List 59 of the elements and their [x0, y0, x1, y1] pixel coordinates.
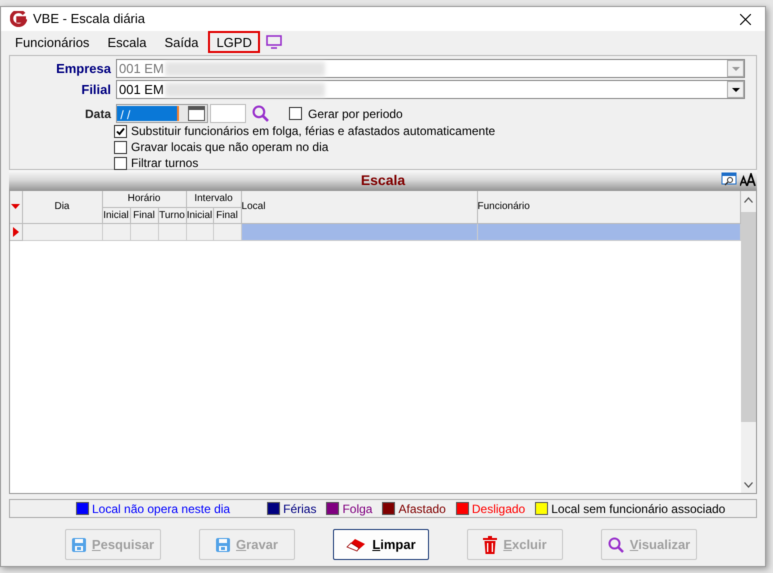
column-header[interactable]: Funcionário [477, 191, 740, 223]
menu-item[interactable]: Saída [156, 31, 206, 53]
font-size-icon[interactable] [740, 173, 756, 186]
menu-item[interactable]: LGPD [208, 31, 260, 53]
branch-dropdown[interactable]: 001 EM [116, 80, 745, 99]
legend-label: Local não opera neste dia [92, 500, 230, 518]
close-icon [740, 14, 750, 24]
legend-label: Férias [283, 500, 316, 518]
column-header[interactable]: Local [241, 191, 478, 223]
sort-arrow-icon [11, 204, 20, 210]
zoom-window-icon[interactable] [721, 172, 737, 186]
app-logo-icon [10, 11, 27, 27]
caret-down-icon [732, 88, 740, 92]
legend-label: Desligado [472, 500, 526, 518]
checkbox[interactable] [114, 124, 127, 138]
legend-label: Folga [342, 500, 372, 518]
checkbox-label: Gravar locais que não operam no dia [131, 139, 328, 156]
column-header[interactable]: Inicial [102, 207, 130, 223]
scrollbar-thumb[interactable] [741, 212, 756, 422]
column-group-header: Horário [102, 191, 186, 207]
column-header[interactable]: Final [213, 207, 242, 223]
date-field[interactable]: / / [116, 104, 208, 123]
checkbox[interactable] [289, 107, 302, 120]
calendar-icon[interactable] [188, 106, 205, 121]
scroll-down-icon[interactable] [744, 482, 753, 488]
menu-item[interactable]: Escala [99, 31, 154, 53]
scroll-up-icon[interactable] [744, 197, 753, 203]
column-header[interactable]: Inicial [186, 207, 213, 223]
trash-icon [483, 536, 498, 554]
menu-item[interactable]: Funcionários [7, 31, 98, 53]
legend-label: Local sem funcionário associado [551, 500, 726, 518]
time-field[interactable] [210, 104, 246, 123]
checkbox-label: Substituir funcionários em folga, férias e afastados automaticamente [131, 123, 496, 140]
vertical-scrollbar[interactable] [741, 191, 756, 493]
dropdown-button[interactable] [727, 81, 744, 98]
field-label: Filial [80, 80, 112, 99]
eraser-icon [346, 538, 366, 552]
caret-down-icon [732, 66, 740, 70]
field-value: 001 EM [118, 80, 164, 99]
column-header[interactable]: Turno [158, 207, 186, 223]
field-label: Empresa [55, 60, 112, 78]
window-title: VBE - Escala diária [33, 10, 145, 28]
checkbox[interactable] [114, 140, 127, 154]
field-value: 001 EM [118, 60, 164, 78]
checkbox-label: Gerar por periodo [308, 106, 403, 122]
action-button[interactable]: Limpar [333, 529, 429, 560]
search-icon[interactable] [252, 105, 269, 122]
legend-label: Afastado [398, 500, 446, 518]
field-label: Data [84, 106, 112, 122]
checkbox-label: Filtrar turnos [131, 155, 198, 172]
current-row-icon [12, 226, 19, 236]
date-value: / / [117, 106, 179, 121]
section-title: Escala [360, 170, 406, 190]
checkbox[interactable] [114, 156, 127, 170]
monitor-icon[interactable] [266, 35, 282, 49]
search-icon [608, 536, 624, 552]
column-group-header: Intervalo [186, 191, 242, 207]
column-header[interactable]: Final [130, 207, 158, 223]
column-header[interactable]: Dia [22, 191, 102, 223]
